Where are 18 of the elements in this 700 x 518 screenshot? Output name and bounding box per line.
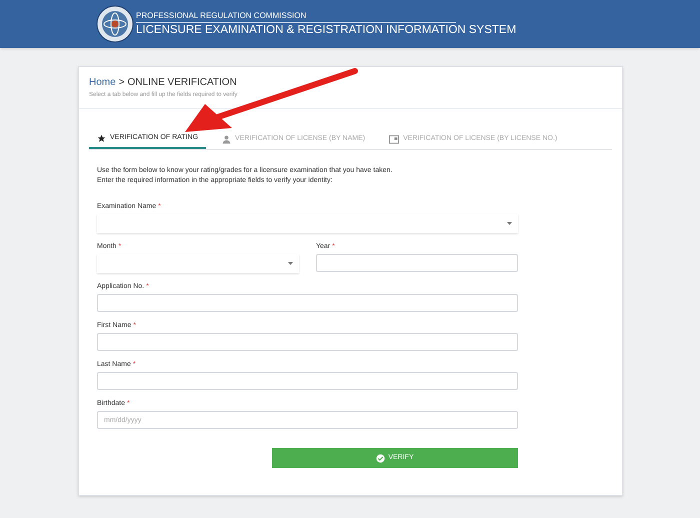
breadcrumb-separator: > bbox=[118, 76, 125, 90]
breadcrumb-current: ONLINE VERIFICATION bbox=[128, 76, 237, 90]
caret-icon bbox=[288, 262, 293, 265]
star-icon bbox=[97, 134, 106, 142]
seal-logo-icon bbox=[96, 5, 134, 43]
input-field[interactable] bbox=[97, 372, 518, 390]
dropdown-field[interactable] bbox=[97, 214, 518, 233]
input-field[interactable] bbox=[97, 294, 518, 312]
shield-check-icon bbox=[376, 454, 386, 462]
caret-icon bbox=[507, 222, 512, 225]
input-field[interactable] bbox=[316, 254, 518, 272]
home-link[interactable]: Home bbox=[89, 75, 116, 90]
system-title: LICENSURE EXAMINATION & REGISTRATION INFORMATION SYSTEM bbox=[136, 23, 516, 37]
person-icon bbox=[222, 134, 232, 144]
organization-name: PROFESSIONAL REGULATION COMMISSION bbox=[136, 11, 456, 23]
dropdown-field[interactable] bbox=[97, 254, 299, 273]
input-field[interactable] bbox=[97, 333, 518, 351]
card-icon bbox=[389, 134, 400, 144]
